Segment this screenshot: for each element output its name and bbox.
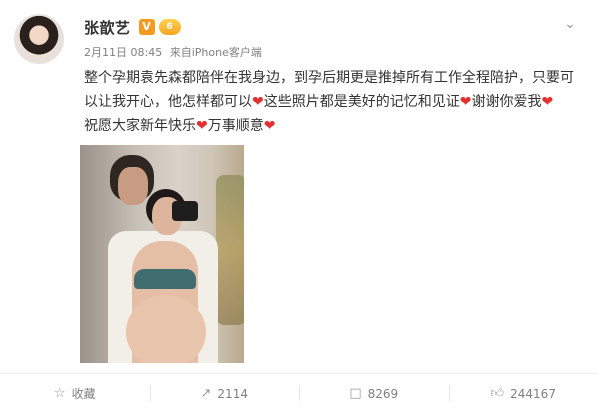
repost-count: 2114 bbox=[217, 386, 248, 401]
heart-emoji-icon: ❤ bbox=[252, 94, 264, 110]
photo-man-face-shape bbox=[118, 167, 148, 205]
comment-button[interactable]: □ 8269 bbox=[299, 374, 449, 413]
source-prefix: 来自 bbox=[169, 46, 192, 59]
text-segment: 祝愿大家新年快乐 bbox=[84, 118, 196, 134]
weibo-post-card: 张歆艺 V 6 2月11日 08:45 来自iPhone客户端 ⌄ 整个孕期袁先… bbox=[0, 0, 598, 413]
repost-icon: ↗ bbox=[200, 386, 212, 401]
action-bar: ☆ 收藏 ↗ 2114 □ 8269 👍︎ 244167 bbox=[0, 374, 598, 413]
photo-camera-shape bbox=[172, 201, 198, 221]
text-segment: 整个孕期袁先森都陪伴在我身边，到孕后期更是推掉所有工作全程陪护，只要可 bbox=[84, 70, 574, 86]
photo-bra-shape bbox=[134, 269, 196, 289]
comment-icon: □ bbox=[349, 386, 362, 401]
heart-emoji-icon: ❤ bbox=[196, 118, 208, 134]
post-meta: 2月11日 08:45 来自iPhone客户端 bbox=[84, 44, 262, 60]
thumbs-up-icon: 👍︎ bbox=[490, 386, 505, 401]
star-icon: ☆ bbox=[53, 386, 66, 401]
post-text-line: 祝愿大家新年快乐❤万事顺意❤ bbox=[84, 114, 584, 138]
photo-belly-shape bbox=[126, 295, 206, 363]
like-button[interactable]: 👍︎ 244167 bbox=[448, 374, 598, 413]
text-segment: 万事顺意 bbox=[207, 118, 264, 134]
favorite-label: 收藏 bbox=[71, 387, 96, 401]
post-source[interactable]: iPhone客户端 bbox=[192, 46, 262, 59]
post-date[interactable]: 2月11日 08:45 bbox=[84, 46, 162, 59]
vip-badge-icon: 6 bbox=[158, 19, 181, 35]
comment-count: 8269 bbox=[367, 386, 399, 401]
heart-emoji-icon: ❤ bbox=[459, 94, 472, 110]
heart-emoji-icon: ❤ bbox=[541, 94, 554, 110]
username[interactable]: 张歆艺 bbox=[84, 17, 131, 38]
text-segment: 谢谢你爱我 bbox=[471, 94, 542, 110]
photo-plant-shape bbox=[216, 175, 244, 325]
repost-button[interactable]: ↗ 2114 bbox=[149, 374, 300, 413]
like-count: 244167 bbox=[510, 386, 556, 401]
avatar[interactable] bbox=[14, 14, 64, 64]
post-text-line: 以让我开心，他怎样都可以❤这些照片都是美好的记忆和见证❤谢谢你爱我❤ bbox=[84, 90, 584, 114]
text-segment: 以让我开心，他怎样都可以 bbox=[84, 94, 252, 110]
chevron-down-icon[interactable]: ⌄ bbox=[560, 16, 580, 32]
favorite-button[interactable]: ☆ 收藏 bbox=[0, 374, 150, 413]
verified-badge-icon: V bbox=[138, 19, 155, 35]
heart-emoji-icon: ❤ bbox=[263, 118, 276, 134]
post-photo[interactable] bbox=[80, 145, 244, 363]
post-text: 整个孕期袁先森都陪伴在我身边，到孕后期更是推掉所有工作全程陪护，只要可 以让我开… bbox=[84, 66, 584, 138]
post-text-line: 整个孕期袁先森都陪伴在我身边，到孕后期更是推掉所有工作全程陪护，只要可 bbox=[84, 66, 584, 90]
text-segment: 这些照片都是美好的记忆和见证 bbox=[263, 94, 460, 110]
author-row: 张歆艺 V 6 bbox=[84, 16, 181, 38]
